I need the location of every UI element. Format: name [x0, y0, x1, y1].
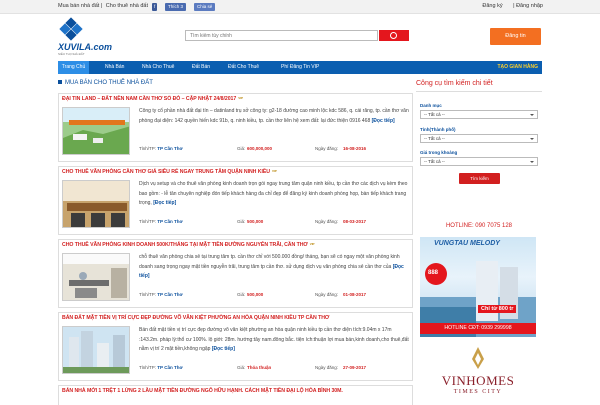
listing-meta: Tỉnh/TP: TP Cần Thơ Giá: 500,000 Ngày đăn… — [139, 292, 367, 297]
sidebar-search-button[interactable]: Tìm kiếm — [459, 173, 500, 184]
ad-price: Chỉ từ 800 tr — [478, 305, 517, 313]
listing-meta: Tỉnh/TP: TP Cần Thơ Giá: 500,000 Ngày đăn… — [139, 219, 367, 224]
logo-text: XUVILA.com — [58, 42, 113, 52]
share-button[interactable]: Chia sẻ — [194, 3, 216, 11]
vip-badge: VIP — [271, 169, 277, 173]
search-input[interactable] — [186, 31, 377, 40]
listing-meta: Tỉnh/TP: TP Cần Thơ Giá: Thỏa thuận Ngày … — [139, 365, 367, 370]
nav-nha-ban[interactable]: Nhà Bán — [105, 61, 124, 74]
price-range-select[interactable]: -- Tất cả -- — [420, 157, 538, 166]
listing-card[interactable]: BÁN ĐẤT MẶT TIỀN VỊ TRÍ CỰC ĐẸP ĐƯỜNG VÕ… — [58, 312, 413, 381]
section-title: MUA BÁN CHO THUÊ NHÀ ĐẤT — [58, 80, 153, 86]
listing-thumbnail[interactable] — [62, 180, 130, 228]
province-select[interactable]: -- Tất cả -- — [420, 134, 538, 143]
like-button[interactable]: Thích 3 — [165, 3, 187, 11]
listing-title[interactable]: BÁN NHÀ MỚI 1 TRỆT 1 LỬNG 2 LẦU MẶT TIỀN… — [62, 388, 343, 394]
nav-phi-dang-tin-vip[interactable]: Phí Đăng Tin VIP — [281, 61, 319, 74]
read-more-link[interactable]: [Đọc tiếp] — [153, 200, 176, 206]
top-links: Mua bán nhà đất | Cho thuê nhà đất — [58, 3, 148, 9]
search-box — [185, 30, 378, 41]
ad-brand: VINHOMES — [441, 373, 515, 388]
listing-description: Dịch vụ setup và cho thuê văn phòng kinh… — [139, 181, 408, 206]
listing-thumbnail[interactable] — [62, 253, 130, 301]
listing-title[interactable]: BÁN ĐẤT MẶT TIỀN VỊ TRÍ CỰC ĐẸP ĐƯỜNG VÕ… — [62, 315, 329, 321]
link-cho-thue[interactable]: Cho thuê nhà đất — [106, 3, 148, 9]
search-button[interactable] — [379, 30, 409, 41]
auth-links: Đăng ký | Đăng nhập — [482, 3, 543, 9]
login-link[interactable]: Đăng nhập — [516, 3, 543, 9]
listing-thumbnail[interactable] — [62, 326, 130, 374]
listing-card[interactable]: CHO THUÊ VĂN PHÒNG KINH DOANH 500K/THÁNG… — [58, 239, 413, 308]
post-listing-button[interactable]: Đăng tin — [490, 28, 541, 45]
listing-description: Công ty cổ phần nhà đất đại tín – datinl… — [139, 108, 409, 124]
link-mua-ban[interactable]: Mua bán nhà đất — [58, 3, 99, 9]
separator: | — [513, 3, 515, 9]
listing-title[interactable]: CHO THUÊ VĂN PHÒNG KINH DOANH 500K/THÁNG… — [62, 242, 315, 248]
ad-hotline: HOTLINE CĐT: 0939 299998 — [420, 323, 536, 334]
listing-title[interactable]: ĐẠI TIN LAND – ĐẤT NỀN NAM CẦN THƠ SỔ ĐỎ… — [62, 96, 243, 102]
listing-description: Bán đất mặt tiền vị trí cực đẹp đường võ… — [139, 327, 409, 352]
main-nav: Trang Chủ Nhà Bán Nhà Cho Thuê Đất Bán Đ… — [58, 61, 542, 74]
listing-card[interactable]: ĐẠI TIN LAND – ĐẤT NỀN NAM CẦN THƠ SỔ ĐỎ… — [58, 93, 413, 162]
ad-badge: 888 — [428, 270, 439, 276]
nav-dat-ban[interactable]: Đất Bán — [192, 61, 210, 74]
category-label: Danh mục — [420, 103, 442, 108]
logo-subtitle: SIÊU THỊ NHÀ ĐẤT — [58, 52, 85, 56]
read-more-link[interactable]: [Đọc tiếp] — [212, 346, 235, 352]
search-sidebar: Công cụ tìm kiếm chi tiết Danh mục -- Tấ… — [416, 80, 542, 229]
logo[interactable] — [58, 17, 84, 41]
listing-meta: Tỉnh/TP: TP Cần Thơ Giá: 600,000,000 Ngày… — [139, 146, 367, 151]
nav-home[interactable]: Trang Chủ — [58, 61, 89, 74]
nav-nha-cho-thue[interactable]: Nhà Cho Thuê — [142, 61, 174, 74]
ad-banner-vinhomes[interactable]: VINHOMES TIMES CITY — [420, 345, 536, 400]
listing-title[interactable]: CHO THUÊ VĂN PHÒNG CẦN THƠ GIÁ SIÊU RẺ N… — [62, 169, 277, 175]
nav-dat-cho-thue[interactable]: Đất Cho Thuê — [228, 61, 259, 74]
price-range-label: Giá trong khoảng — [420, 150, 458, 155]
vip-badge: VIP — [309, 242, 315, 246]
nav-create-store[interactable]: TẠO GIAN HÀNG — [497, 61, 538, 74]
separator: | — [100, 3, 103, 9]
listing-description: chỗ thuê văn phòng chia sẻ tại trung tâm… — [139, 254, 404, 279]
register-link[interactable]: Đăng ký — [482, 3, 502, 9]
province-label: Tỉnh(Thành phố) — [420, 127, 456, 132]
ad-subtitle: TIMES CITY — [453, 389, 503, 395]
sidebar-title: Công cụ tìm kiếm chi tiết — [416, 80, 542, 92]
listing-card[interactable]: CHO THUÊ VĂN PHÒNG CẦN THƠ GIÁ SIÊU RẺ N… — [58, 166, 413, 235]
ad-brand: VUNGTAU MELODY — [434, 240, 500, 247]
facebook-icon[interactable]: f — [152, 3, 158, 11]
listing-thumbnail[interactable] — [62, 107, 130, 155]
ad-banner-melody[interactable]: VUNGTAU MELODY 888 Chỉ từ 800 tr HOTLINE… — [420, 237, 536, 337]
hotline: HOTLINE: 090 7075 128 — [445, 223, 513, 229]
square-icon — [58, 80, 62, 84]
listing-card[interactable]: BÁN NHÀ MỚI 1 TRỆT 1 LỬNG 2 LẦU MẶT TIỀN… — [58, 385, 413, 405]
vip-badge: VIP — [238, 96, 243, 100]
read-more-link[interactable]: [Đọc tiếp] — [372, 118, 395, 124]
category-select[interactable]: -- Tất cả -- — [420, 110, 538, 119]
top-bar: Mua bán nhà đất | Cho thuê nhà đất f Thí… — [0, 0, 600, 14]
logo-icon — [58, 17, 84, 41]
